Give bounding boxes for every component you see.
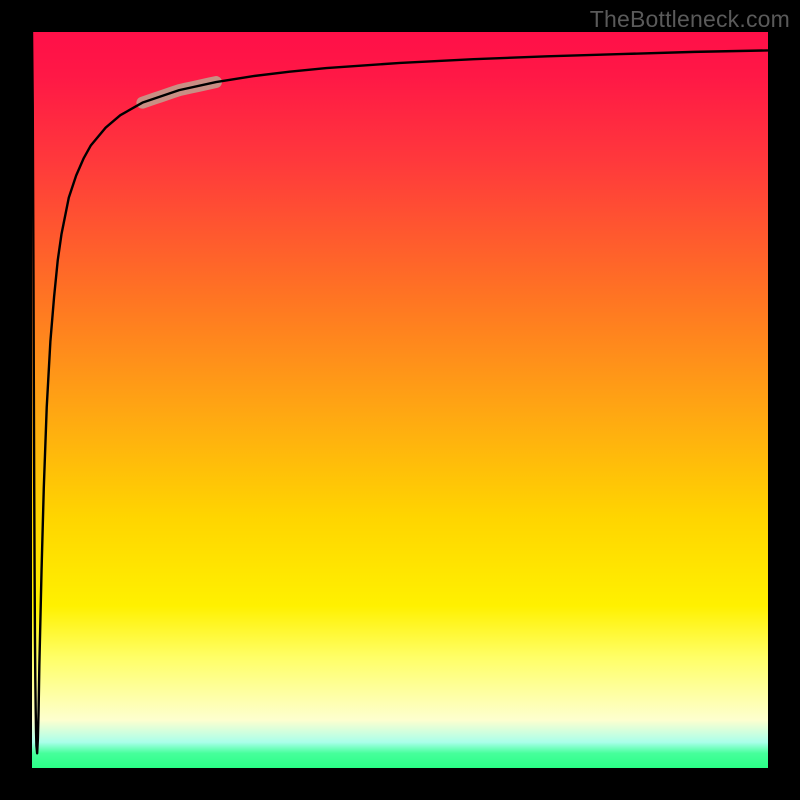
curve-layer: [32, 32, 768, 768]
bottleneck-chart: TheBottleneck.com: [0, 0, 800, 800]
attribution-text: TheBottleneck.com: [590, 6, 790, 33]
plot-area: [32, 32, 768, 768]
bottleneck-curve: [32, 32, 768, 753]
